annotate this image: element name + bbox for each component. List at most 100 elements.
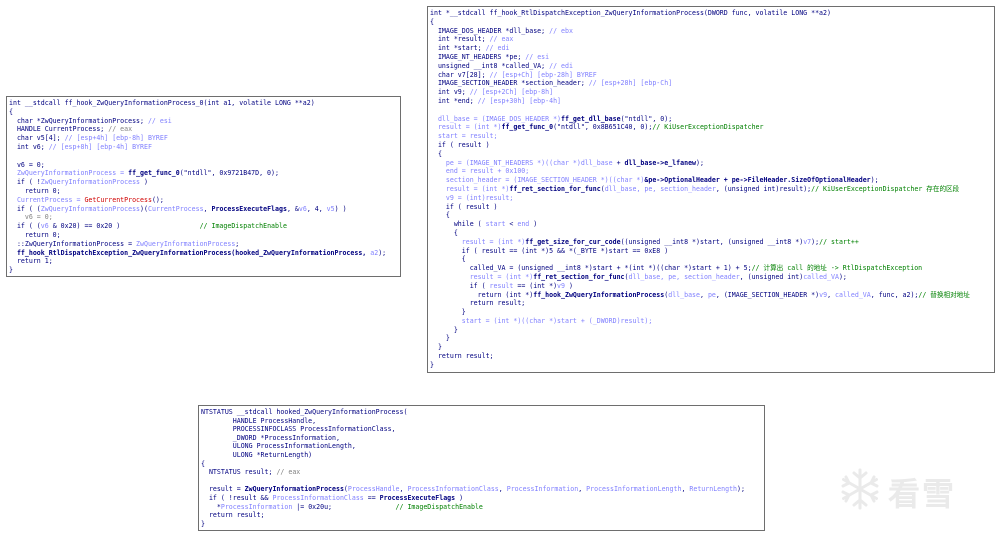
code-token: ff_hook_ZwQueryInformationProcess (533, 290, 665, 299)
code-token: v9 (557, 281, 565, 290)
code-token: ReturnLength (689, 485, 738, 494)
code-line: result = ZwQueryInformationProcess(Proce… (201, 485, 764, 494)
code-token: called_VA (803, 272, 839, 281)
code-token: if ( result ) (430, 202, 498, 211)
code-token: ZwQueryInformationProcess = (9, 169, 129, 178)
code-line: int v6; // [esp+8h] [ebp-4h] BYREF (9, 143, 400, 152)
code-token: , (203, 204, 212, 213)
code-token: v6 (40, 222, 49, 231)
code-token: ("ntdll", 0x9721B47D, 0); (179, 169, 279, 178)
code-token: result = (int *) (430, 237, 526, 246)
code-token: ff_get_dll_base (561, 114, 621, 123)
code-token: { (430, 211, 450, 220)
code-line: ff_hook_RtlDispatchException_ZwQueryInfo… (9, 249, 400, 258)
code-token: (); (151, 195, 164, 204)
code-token: , (498, 485, 507, 494)
code-token: // eax (489, 35, 514, 44)
code-token: // KiUserExceptionDispatcher 存在的区段 (811, 184, 960, 193)
code-line: { (430, 150, 994, 159)
code-token: result = (int *) (430, 123, 502, 132)
code-token: ); (696, 158, 704, 167)
code-token: return 0; (9, 230, 61, 239)
code-token: ); (870, 176, 879, 185)
code-line: return result; (430, 352, 994, 361)
code-line: HANDLE CurrentProcess; // eax (9, 125, 400, 134)
code-token: // ebx (549, 26, 573, 35)
code-line: while ( start < end ) (430, 220, 994, 229)
code-line: if ( result == (int *)v9 ) (430, 282, 994, 291)
code-token: ff_ret_section_for_func (533, 272, 625, 281)
code-line: start = result; (430, 132, 994, 141)
code-token: ) ) (334, 204, 347, 213)
code-line: { (430, 211, 994, 220)
code-token: , func, a2); (870, 290, 919, 299)
code-token: // ImageDispatchEnable (395, 502, 483, 511)
code-token: called_VA (835, 290, 871, 299)
code-line: int __stdcall ff_hook_ZwQueryInformation… (9, 99, 400, 108)
code-line: ZwQueryInformationProcess = ff_get_func_… (9, 169, 400, 178)
code-line: int *result; // eax (430, 35, 994, 44)
code-token: ); (737, 485, 745, 494)
code-token: v5 (326, 204, 335, 213)
code-token: } (430, 308, 466, 317)
code-token: char *ZwQueryInformationProcess; (9, 116, 148, 125)
code-token: == (363, 493, 380, 502)
code-line: if ( (ZwQueryInformationProcess)(Current… (9, 205, 400, 214)
code-token: ) (140, 178, 148, 187)
code-token: ) (565, 281, 573, 290)
code-token: v9 = (int)result; (430, 193, 514, 202)
code-token: v6 (298, 204, 307, 213)
code-token: if ( ( (9, 204, 41, 213)
code-line: } (430, 334, 994, 343)
code-token: ("ntdll", 0x8B651C40, 0); (553, 123, 653, 132)
code-token: CurrentProcess (147, 204, 204, 213)
code-token: ULONG ProcessInformationLength, (201, 442, 356, 451)
snowflake-icon (841, 468, 879, 510)
code-token: return result; (201, 511, 265, 520)
code-line: IMAGE_SECTION_HEADER *section_header; //… (430, 79, 994, 88)
code-token: HANDLE ProcessHandle, (201, 416, 317, 425)
code-token: // [esp+30h] [ebp-4h] (477, 96, 562, 105)
code-token: // 计算出 call 的地址 -> RtlDispatchException (751, 264, 923, 273)
code-token: PROCESSINFOCLASS ProcessInformationClass… (201, 425, 396, 434)
code-line: ULONG ProcessInformationLength, (201, 442, 764, 451)
code-token: v6 = 0; (9, 213, 53, 222)
code-line: } (201, 520, 764, 529)
code-token: dll_base, pe, section_header (604, 184, 716, 193)
code-token: int __stdcall ff_hook_ZwQueryInformation… (9, 99, 315, 107)
code-line: { (430, 255, 994, 264)
code-token: ProcessExecuteFlags (379, 493, 456, 502)
code-token: // [esp+4h] [ebp-8h] BYREF (64, 134, 168, 143)
code-line: if ( result ) (430, 141, 994, 150)
code-token: while ( (430, 220, 486, 229)
code-line: { (430, 18, 994, 27)
code-token: ); (811, 237, 820, 246)
code-token: ZwQueryInformationProcess (40, 178, 141, 187)
code-token: // edi (549, 61, 573, 70)
code-token: result (489, 281, 514, 290)
code-token: int *start; (430, 44, 486, 53)
code-token: &pe->OptionalHeader + pe->FileHeader.Siz… (644, 176, 871, 185)
code-token: // KiUserExceptionDispatcher (652, 123, 764, 132)
code-token: } (430, 360, 434, 369)
code-token: if ( result ) (430, 140, 490, 149)
code-token: dll_base, pe, section_header (628, 272, 740, 281)
code-token: ff_hook_RtlDispatchException_ZwQueryInfo… (9, 248, 371, 257)
code-token: return 0; (9, 186, 61, 195)
code-token: ZwQueryInformationProcess (244, 485, 344, 494)
code-token: result = (int *) (430, 272, 534, 281)
code-token: IMAGE_NT_HEADERS *pe; (430, 52, 526, 61)
code-line: return 0; (9, 231, 400, 240)
code-line: } (430, 326, 994, 335)
code-token: } (9, 266, 13, 275)
code-line: pe = (IMAGE_NT_HEADERS *)((char *)dll_ba… (430, 159, 994, 168)
code-token: // [esp+2Ch] [ebp-8h] (469, 88, 554, 97)
code-line: if ( !result && ProcessInformationClass … (201, 494, 764, 503)
code-token: ProcessInformationClass (272, 493, 364, 502)
code-token: , 4, (306, 204, 327, 213)
code-line: dll_base = (IMAGE_DOS_HEADER *)ff_get_dl… (430, 115, 994, 124)
code-token: dll_base (580, 158, 613, 167)
code-line: return result; (430, 299, 994, 308)
code-line: HANDLE ProcessHandle, (201, 417, 764, 426)
code-line: { (9, 108, 400, 117)
